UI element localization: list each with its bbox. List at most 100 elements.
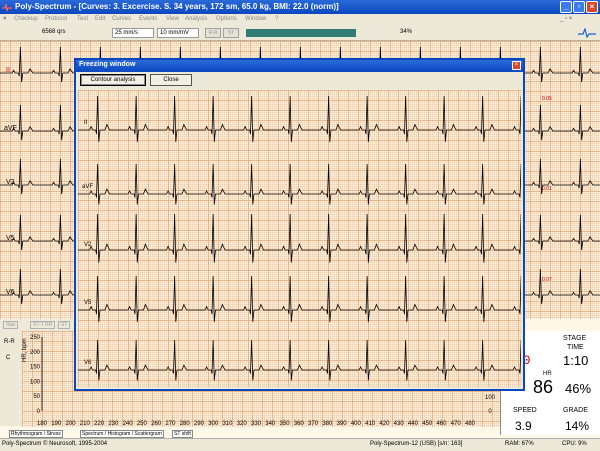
st-value-3: 0.07	[542, 277, 552, 283]
speed-label: SPEED	[513, 407, 537, 414]
trend-xtick: 470	[451, 421, 462, 427]
menu-test[interactable]: Test	[77, 16, 88, 22]
stage-label: STAGE	[563, 335, 587, 342]
trend-ytick: 200	[30, 350, 41, 356]
trend-xtick: 400	[351, 421, 362, 427]
frozen-ecg-trace-4	[78, 339, 521, 381]
trend-xtick: 330	[251, 421, 262, 427]
menu-options[interactable]: Options	[216, 16, 237, 22]
menu-window[interactable]: Window	[245, 16, 266, 22]
menu-help[interactable]: ?	[275, 16, 278, 22]
menu-curves[interactable]: Curves	[112, 16, 131, 22]
time-value: 1:10	[563, 353, 589, 368]
trend-xtick: 230	[108, 421, 119, 427]
dlg-lead-avf: aVF	[82, 184, 94, 190]
ecg-tool-icon[interactable]	[578, 28, 596, 38]
trend-xtick: 260	[151, 421, 162, 427]
frozen-ecg-traces	[78, 95, 521, 381]
tab-st-shift[interactable]: ST shift	[172, 430, 193, 438]
title-bar: Poly-Spectrum - [Curves: 3. Excercise. S…	[0, 0, 600, 14]
grade-value: 14%	[565, 419, 590, 433]
bottom-tabs: Rhythmogram / Stress Spectrum / Histogra…	[0, 430, 220, 438]
tab-rhythmogram[interactable]: Rhythmogram / Stress	[9, 430, 63, 438]
tab-st-t-rr[interactable]: ST-T RR	[30, 321, 56, 329]
grade-label: GRADE	[563, 407, 588, 414]
status-device: Poly-Spectrum-12 (USB) [s/n: 163]	[370, 441, 463, 447]
close-window-button[interactable]: ×	[586, 1, 598, 13]
trend-xtick: 250	[137, 421, 148, 427]
trend-xtick: 350	[280, 421, 291, 427]
menu-edit[interactable]: Edit	[95, 16, 105, 22]
maximize-button[interactable]: ▫	[573, 1, 585, 13]
dlg-lead-v2: V2	[84, 242, 92, 248]
trend-xtick: 430	[394, 421, 405, 427]
frozen-ecg-area: II aVF V2 V5 V6	[78, 90, 521, 387]
tab-spectrum[interactable]: Spectrum / Histogram / Scattergram	[80, 430, 164, 438]
trend-xtick: 310	[222, 421, 233, 427]
qrs-count: 6568 qrs	[42, 29, 66, 35]
trend-xtick: 210	[80, 421, 91, 427]
trend-xtick: 200	[66, 421, 77, 427]
lead-label-avf: aVF	[4, 125, 17, 132]
tab-st[interactable]: ST	[58, 321, 71, 329]
trend-xtick: 280	[180, 421, 191, 427]
trend-xtick: 410	[365, 421, 376, 427]
frozen-ecg-trace-0	[78, 95, 521, 142]
trend-xtick: 240	[123, 421, 134, 427]
progress-text: 34%	[400, 29, 413, 35]
lead-label-ii: II	[6, 67, 10, 74]
lead-label-v6: V6	[6, 289, 15, 296]
menu-checkup[interactable]: Checkup	[14, 16, 38, 22]
trend-ytick: 150	[30, 365, 41, 371]
dlg-lead-v5: V5	[84, 300, 92, 306]
tab-stat[interactable]: Stat	[3, 321, 18, 329]
dialog-title: Freezing window	[79, 61, 136, 68]
trend-xtick: 290	[194, 421, 205, 427]
trend-xtick: 380	[322, 421, 333, 427]
app-heart-icon	[2, 3, 12, 12]
dialog-close-button[interactable]: Close	[150, 74, 192, 86]
trend-xtick: 180	[37, 421, 48, 427]
trend-right-tick: 0	[488, 409, 492, 415]
st-value-1: 0.05	[542, 96, 552, 102]
minimize-button[interactable]: _	[560, 1, 572, 13]
menu-events[interactable]: Events	[139, 16, 157, 22]
trend-xtick: 360	[294, 421, 305, 427]
dialog-close-icon[interactable]: ×	[512, 61, 521, 70]
menu-icon: ♥	[3, 16, 7, 22]
trend-xtick: 340	[265, 421, 276, 427]
hr-value: 86	[533, 377, 554, 397]
trend-xtick: 300	[208, 421, 219, 427]
dialog-title-bar: Freezing window ×	[76, 60, 523, 72]
speed-select[interactable]: 25 mm/s	[112, 28, 154, 38]
trend-ytick: 100	[30, 379, 41, 385]
time-label: TIME	[567, 344, 584, 351]
trend-xtick: 450	[422, 421, 433, 427]
trend-ytick: 0	[37, 409, 41, 415]
trend-xtick: 320	[237, 421, 248, 427]
trend-ylabel: HR, bpm	[22, 338, 28, 362]
menu-view[interactable]: View	[166, 16, 179, 22]
frozen-ecg-trace-1	[78, 163, 521, 205]
trend-ytick: 250	[30, 335, 41, 341]
contour-analysis-button[interactable]: Contour analysis	[80, 74, 146, 86]
gain-select[interactable]: 10 mm/mV	[157, 28, 199, 38]
restore-child-icon[interactable]: _ ▫ ×	[560, 16, 572, 22]
status-copyright: Poly-Spectrum © Neurosoft, 1995-2004	[2, 441, 108, 447]
status-cpu: CPU: 9%	[562, 441, 587, 447]
st-button[interactable]: ST	[223, 28, 239, 38]
trend-ytick: 50	[33, 394, 40, 400]
menu-protocol[interactable]: Protocol	[45, 16, 67, 22]
window-title: Poly-Spectrum - [Curves: 3. Excercise. S…	[15, 2, 339, 11]
freezing-window-dialog: Freezing window × Contour analysis Close…	[74, 58, 525, 391]
st-value-2: 0.01	[542, 186, 552, 192]
trend-xtick: 460	[436, 421, 447, 427]
frozen-ecg-trace-3	[78, 275, 521, 322]
trend-xtick: 220	[94, 421, 105, 427]
menu-analysis[interactable]: Analysis	[185, 16, 207, 22]
trend-xtick: 270	[165, 421, 176, 427]
rr-button[interactable]: R-R	[205, 28, 221, 38]
status-bar: Poly-Spectrum © Neurosoft, 1995-2004 Pol…	[0, 438, 600, 451]
trend-xtick: 390	[337, 421, 348, 427]
frozen-ecg-trace-2	[78, 213, 521, 263]
